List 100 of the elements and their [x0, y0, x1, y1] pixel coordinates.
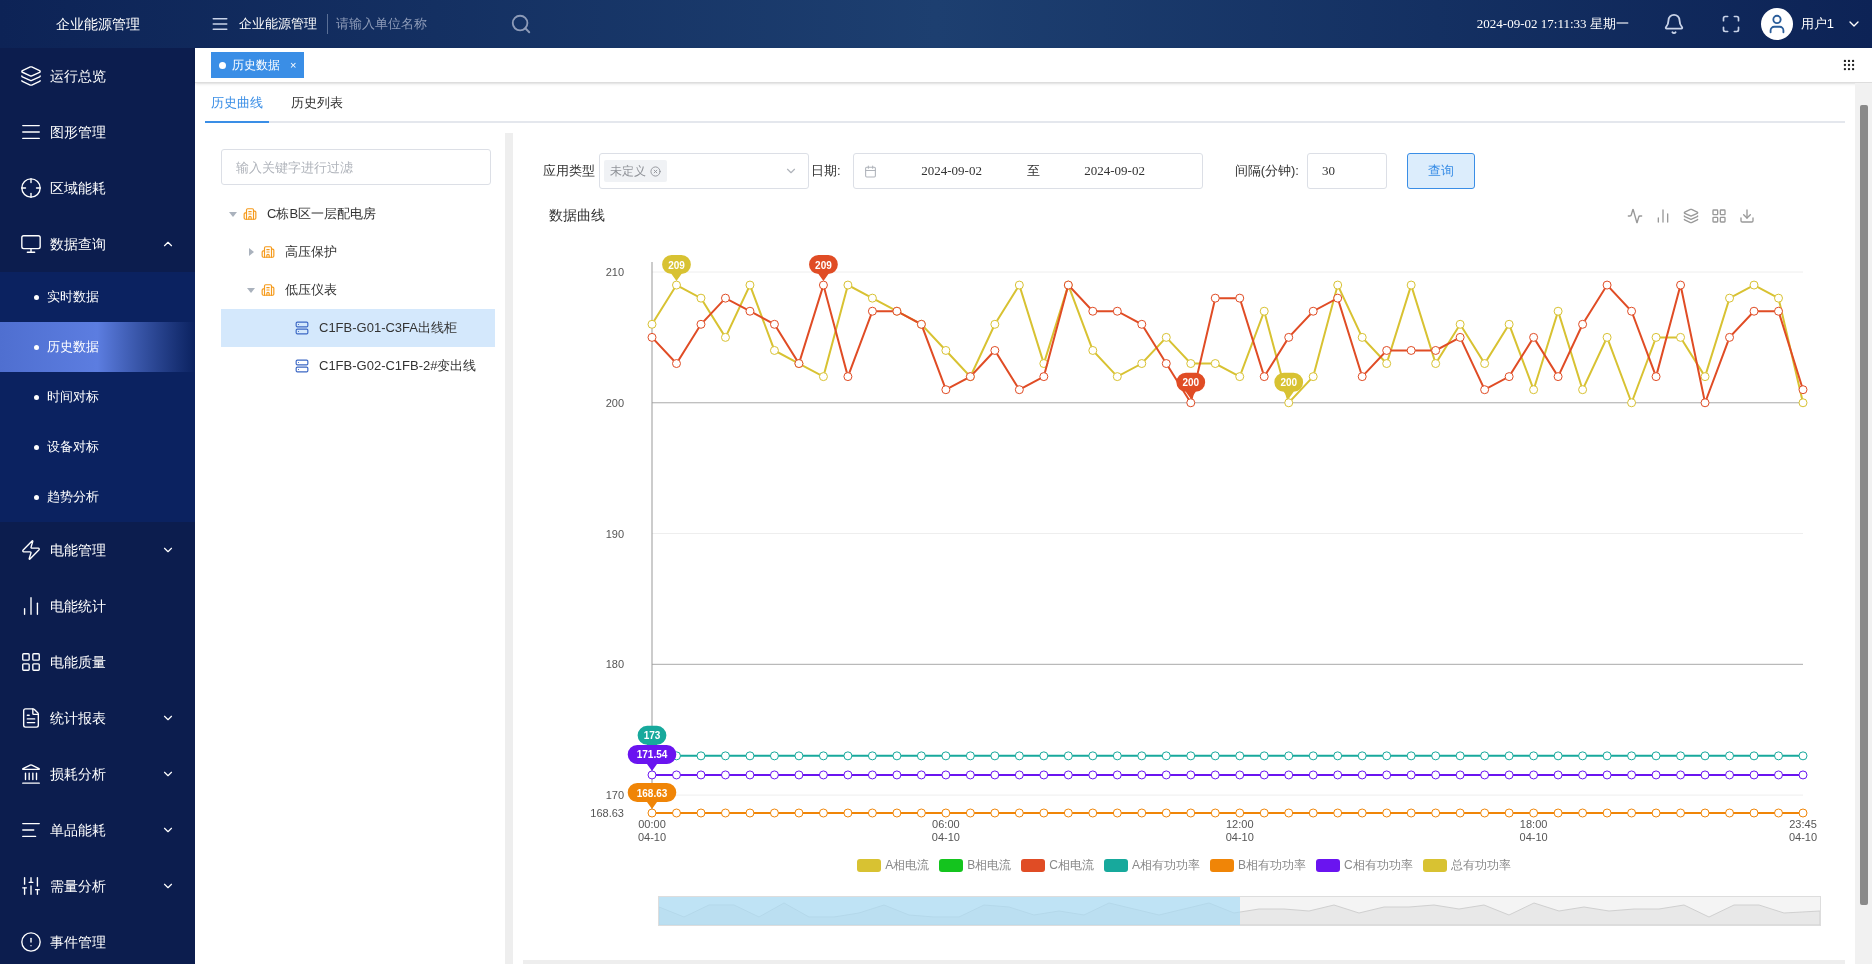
axis-label: 190 — [605, 527, 624, 540]
sidebar-item[interactable]: 单品能耗 — [0, 802, 195, 858]
scrollbar[interactable] — [1855, 83, 1872, 964]
point — [1725, 332, 1735, 342]
sidebar-item[interactable]: 电能管理 — [0, 522, 195, 578]
point — [1700, 751, 1710, 761]
menu-icon[interactable] — [211, 15, 229, 33]
point — [696, 751, 706, 761]
point — [1039, 770, 1049, 780]
point — [671, 808, 681, 818]
point — [1063, 770, 1073, 780]
point — [647, 332, 657, 342]
submenu-item[interactable]: 实时数据 — [0, 272, 195, 322]
download-icon[interactable] — [1739, 207, 1755, 224]
point — [990, 808, 1000, 818]
filter-field[interactable]: 输入关键字进行过滤 — [221, 149, 491, 185]
submenu-item[interactable]: 时间对标 — [0, 372, 195, 422]
date-range-field[interactable]: 2024-09-02 至 2024-09-02 — [852, 153, 1203, 189]
legend-label: A相有功功率 — [1132, 857, 1201, 874]
submenu-item[interactable]: 趋势分析 — [0, 472, 195, 522]
point — [892, 808, 902, 818]
legend-item[interactable]: 总有功功率 — [1422, 856, 1511, 874]
server-icon — [295, 321, 309, 335]
tree-node[interactable]: C1FB-G01-C3FA出线柜 — [221, 309, 495, 347]
value-pin: 171.54 — [627, 744, 677, 771]
legend-item[interactable]: A相电流 — [857, 856, 930, 874]
sidebar-item[interactable]: 需量分析 — [0, 858, 195, 914]
stack-icon[interactable] — [1683, 207, 1699, 224]
point — [1504, 319, 1514, 329]
fullscreen-icon[interactable] — [1720, 14, 1741, 34]
point — [1504, 372, 1514, 382]
point — [892, 770, 902, 780]
caret-right-icon — [247, 248, 255, 256]
point — [1406, 770, 1416, 780]
point — [647, 808, 657, 818]
interval-field[interactable]: 30 — [1306, 153, 1387, 189]
search-icon[interactable] — [510, 13, 532, 35]
point — [1602, 280, 1612, 290]
point — [990, 319, 1000, 329]
point — [990, 345, 1000, 355]
sidebar-item[interactable]: 区域能耗 — [0, 160, 195, 216]
avatar[interactable] — [1760, 8, 1793, 40]
point — [941, 385, 951, 395]
line-chart-icon[interactable] — [1627, 207, 1643, 224]
point — [1627, 306, 1637, 316]
point — [745, 808, 755, 818]
point — [1308, 808, 1318, 818]
point — [1382, 751, 1392, 761]
search-field[interactable]: 请输入单位名称 — [336, 14, 496, 34]
point — [1308, 770, 1318, 780]
sidebar-item[interactable]: 损耗分析 — [0, 746, 195, 802]
sidebar-item[interactable]: 事件管理 — [0, 914, 195, 964]
point — [1088, 345, 1098, 355]
submenu-item[interactable]: 历史数据 — [0, 322, 195, 372]
point — [1627, 808, 1637, 818]
point — [1284, 332, 1294, 342]
tree-node[interactable]: C栋B区一层配电房 — [221, 195, 495, 233]
legend-item[interactable]: C相有功功率 — [1316, 856, 1413, 874]
point — [1480, 751, 1490, 761]
point — [1725, 808, 1735, 818]
point — [769, 319, 779, 329]
point — [1455, 319, 1465, 329]
notification-icon[interactable] — [1662, 13, 1685, 35]
point — [1137, 751, 1147, 761]
tab[interactable]: 历史列表 — [285, 85, 349, 123]
clear-icon[interactable] — [650, 165, 661, 177]
point — [1186, 398, 1196, 408]
submenu-item[interactable]: 设备对标 — [0, 422, 195, 472]
app-title: 企业能源管理 — [55, 14, 140, 34]
sidebar-item[interactable]: 统计报表 — [0, 690, 195, 746]
sidebar-item[interactable]: 电能质量 — [0, 634, 195, 690]
axis-label: 23:45 04-10 — [1788, 818, 1818, 843]
tree-node[interactable]: 低压仪表 — [221, 271, 495, 309]
sliders-icon — [20, 875, 42, 897]
user-name[interactable]: 用户1 — [1800, 14, 1834, 34]
sidebar-item[interactable]: 运行总览 — [0, 48, 195, 104]
point — [1749, 770, 1759, 780]
legend-item[interactable]: A相有功功率 — [1104, 856, 1200, 874]
bar-chart-icon[interactable] — [1655, 207, 1671, 224]
grid-menu-icon[interactable] — [1842, 58, 1856, 72]
sidebar-item[interactable]: 电能统计 — [0, 578, 195, 634]
tree-node[interactable]: C1FB-G02-C1FB-2#变出线 — [221, 347, 495, 385]
point — [1798, 770, 1808, 780]
sidebar-item[interactable]: 图形管理 — [0, 104, 195, 160]
data-zoom-slider[interactable] — [658, 896, 1821, 926]
legend-item[interactable]: B相有功功率 — [1210, 856, 1307, 874]
point — [1553, 306, 1563, 316]
point — [1651, 770, 1661, 780]
legend-item[interactable]: B相电流 — [939, 856, 1012, 874]
point — [720, 808, 730, 818]
tab[interactable]: 历史曲线 — [205, 85, 269, 123]
sidebar-item[interactable]: 数据查询 — [0, 216, 195, 272]
point — [1259, 306, 1269, 316]
point — [1480, 770, 1490, 780]
point — [941, 751, 951, 761]
tree-node[interactable]: 高压保护 — [221, 233, 495, 271]
legend-item[interactable]: C相电流 — [1021, 856, 1094, 874]
tile-icon[interactable] — [1711, 207, 1727, 224]
point — [1161, 808, 1171, 818]
point — [720, 332, 730, 342]
